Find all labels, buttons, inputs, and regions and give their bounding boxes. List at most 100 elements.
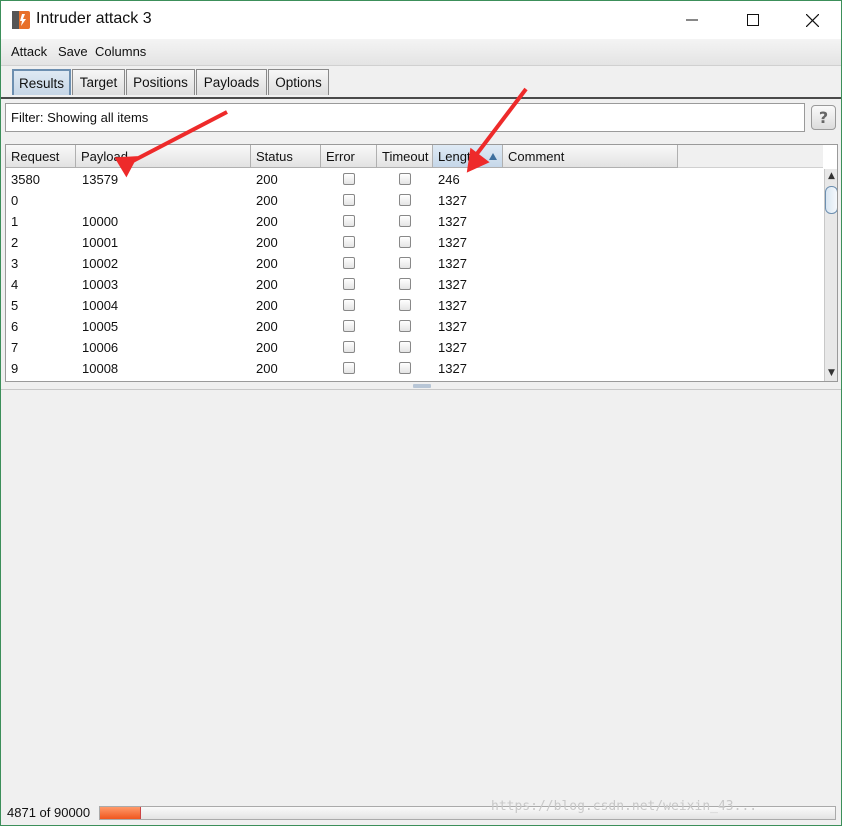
request-response-pane xyxy=(1,390,841,800)
help-button[interactable]: ? xyxy=(811,105,836,130)
scroll-up-icon[interactable]: ▲ xyxy=(825,169,837,183)
column-header-comment[interactable]: Comment xyxy=(503,145,678,168)
cell-length: 246 xyxy=(438,172,460,187)
error-checkbox xyxy=(343,215,355,227)
cell-length: 1327 xyxy=(438,340,467,355)
timeout-checkbox xyxy=(399,236,411,248)
menu-bar: Attack Save Columns xyxy=(1,39,841,66)
timeout-checkbox xyxy=(399,215,411,227)
timeout-checkbox xyxy=(399,341,411,353)
cell-payload: 10005 xyxy=(82,319,119,334)
cell-payload: 10001 xyxy=(82,235,119,250)
tab-target[interactable]: Target xyxy=(72,69,125,95)
title-bar: Intruder attack 3 xyxy=(1,1,841,39)
cell-length: 1327 xyxy=(438,319,467,334)
timeout-checkbox xyxy=(399,257,411,269)
cell-request: 3580 xyxy=(11,172,40,187)
cell-request: 6 xyxy=(11,319,19,334)
cell-request: 5 xyxy=(11,298,19,313)
table-row[interactable]: 0 200 1327 xyxy=(6,190,678,211)
filter-text: Filter: Showing all items xyxy=(11,110,149,125)
table-row[interactable]: 6 10005 200 1327 xyxy=(6,316,678,337)
cell-request: 1 xyxy=(11,214,19,229)
error-checkbox xyxy=(343,173,355,185)
tab-options[interactable]: Options xyxy=(268,69,329,95)
cell-request: 2 xyxy=(11,235,19,250)
tab-results[interactable]: Results xyxy=(12,69,71,95)
minimize-button[interactable] xyxy=(669,1,715,39)
table-row[interactable]: 9 10008 200 1327 xyxy=(6,358,678,379)
table-row[interactable]: 1 10000 200 1327 xyxy=(6,211,678,232)
help-icon: ? xyxy=(818,108,829,127)
column-header-timeout[interactable]: Timeout xyxy=(377,145,433,168)
cell-payload: 10004 xyxy=(82,298,119,313)
burp-app-icon xyxy=(12,11,30,29)
cell-payload: 10003 xyxy=(82,277,119,292)
close-icon xyxy=(805,13,819,27)
column-header-length[interactable]: Length xyxy=(433,145,503,168)
cell-length: 1327 xyxy=(438,193,467,208)
tab-positions[interactable]: Positions xyxy=(126,69,195,95)
column-header-payload[interactable]: Payload xyxy=(76,145,251,168)
column-header-error[interactable]: Error xyxy=(321,145,377,168)
menu-save[interactable]: Save xyxy=(58,44,88,59)
error-checkbox xyxy=(343,362,355,374)
cell-payload: 10002 xyxy=(82,256,119,271)
timeout-checkbox xyxy=(399,299,411,311)
table-row[interactable]: 4 10003 200 1327 xyxy=(6,274,678,295)
maximize-icon xyxy=(747,14,759,26)
cell-request: 9 xyxy=(11,361,19,376)
cell-payload: 10000 xyxy=(82,214,119,229)
error-checkbox xyxy=(343,320,355,332)
table-row[interactable]: 5 10004 200 1327 xyxy=(6,295,678,316)
sort-ascending-icon xyxy=(489,153,497,160)
cell-request: 7 xyxy=(11,340,19,355)
cell-length: 1327 xyxy=(438,361,467,376)
tab-payloads[interactable]: Payloads xyxy=(196,69,267,95)
cell-length: 1327 xyxy=(438,256,467,271)
splitter-grip[interactable] xyxy=(413,384,431,388)
timeout-checkbox xyxy=(399,320,411,332)
menu-columns[interactable]: Columns xyxy=(95,44,146,59)
cell-status: 200 xyxy=(256,256,278,271)
watermark: https://blog.csdn.net/weixin_43... xyxy=(491,799,758,814)
table-row[interactable]: 2 10001 200 1327 xyxy=(6,232,678,253)
cell-request: 0 xyxy=(11,193,19,208)
cell-request: 4 xyxy=(11,277,19,292)
menu-attack[interactable]: Attack xyxy=(11,44,47,59)
cell-status: 200 xyxy=(256,277,278,292)
cell-status: 200 xyxy=(256,361,278,376)
cell-length: 1327 xyxy=(438,298,467,313)
close-button[interactable] xyxy=(789,1,835,39)
cell-payload: 13579 xyxy=(82,172,119,187)
column-header-status[interactable]: Status xyxy=(251,145,321,168)
error-checkbox xyxy=(343,299,355,311)
error-checkbox xyxy=(343,278,355,290)
column-header-request[interactable]: Request xyxy=(6,145,76,168)
cell-status: 200 xyxy=(256,235,278,250)
timeout-checkbox xyxy=(399,194,411,206)
table-row[interactable]: 3 10002 200 1327 xyxy=(6,253,678,274)
table-row[interactable]: 3580 13579 200 246 xyxy=(6,169,678,190)
cell-length: 1327 xyxy=(438,277,467,292)
minimize-icon xyxy=(686,19,698,21)
window-title: Intruder attack 3 xyxy=(36,10,152,27)
table-row[interactable]: 7 10006 200 1327 xyxy=(6,337,678,358)
progress-count: 4871 of 90000 xyxy=(7,805,91,820)
scroll-down-icon[interactable]: ▼ xyxy=(825,366,837,380)
cell-length: 1327 xyxy=(438,235,467,250)
header-filler xyxy=(678,145,823,168)
scroll-thumb[interactable] xyxy=(825,186,837,214)
error-checkbox xyxy=(343,341,355,353)
cell-status: 200 xyxy=(256,319,278,334)
filter-bar[interactable]: Filter: Showing all items xyxy=(5,103,805,132)
maximize-button[interactable] xyxy=(730,1,776,39)
timeout-checkbox xyxy=(399,362,411,374)
cell-status: 200 xyxy=(256,340,278,355)
vertical-scrollbar[interactable]: ▲ ▼ xyxy=(824,169,837,381)
intruder-window: Intruder attack 3 Attack Save Columns Re… xyxy=(0,0,842,826)
cell-status: 200 xyxy=(256,298,278,313)
cell-status: 200 xyxy=(256,214,278,229)
cell-status: 200 xyxy=(256,172,278,187)
error-checkbox xyxy=(343,236,355,248)
